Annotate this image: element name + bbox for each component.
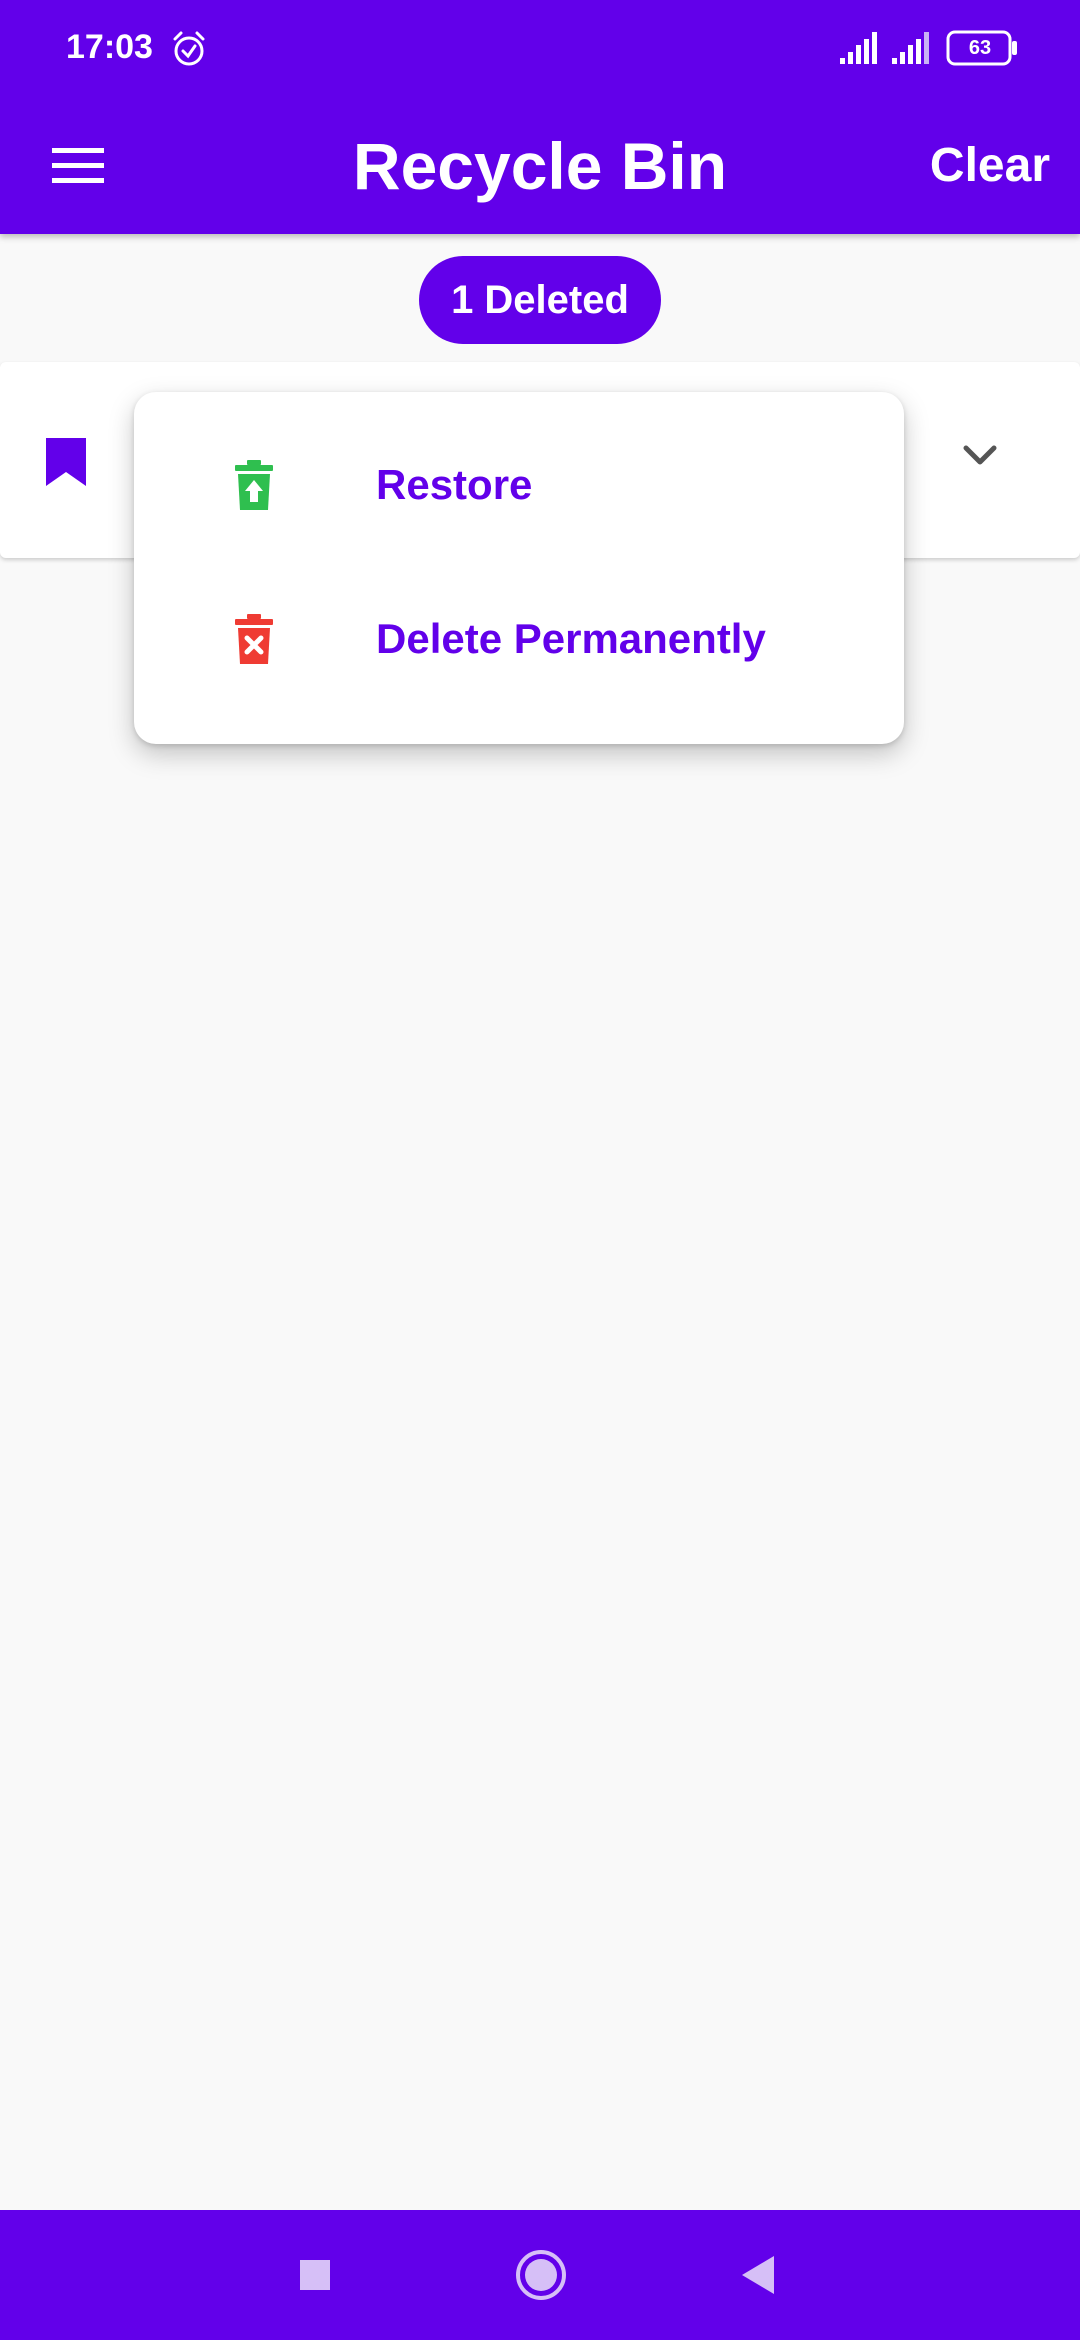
battery-level: 63 [968, 37, 992, 59]
navigation-bar [0, 2210, 1080, 2340]
signal-strength-icon-2 [892, 32, 929, 64]
menu-item-label: Delete Permanently [376, 615, 766, 662]
status-time: 17:03 [66, 28, 153, 66]
bookmark-icon [46, 438, 86, 486]
trash-delete-icon [235, 614, 273, 664]
menu-item-delete-permanently[interactable]: Delete Permanently [134, 564, 904, 714]
signal-strength-icon [840, 32, 877, 64]
chevron-down-icon[interactable] [960, 442, 1000, 470]
trash-restore-icon [235, 460, 273, 510]
status-bar: 17:03 63 [0, 0, 1080, 100]
page-title: Recycle Bin [352, 129, 728, 203]
home-icon[interactable] [506, 2240, 576, 2310]
top-header: 17:03 63 Recycle Bin Clear [0, 0, 1080, 234]
menu-item-label: Restore [376, 461, 533, 508]
deleted-count-badge: 1 Deleted [419, 256, 661, 344]
alarm-icon [173, 31, 205, 66]
item-options-menu: Restore Delete Permanently [134, 392, 904, 744]
back-icon[interactable] [724, 2240, 794, 2310]
app-bar: Recycle Bin Clear [0, 100, 1080, 234]
clear-button[interactable]: Clear [930, 126, 1050, 206]
menu-item-restore[interactable]: Restore [134, 410, 904, 560]
recents-icon[interactable] [280, 2240, 350, 2310]
